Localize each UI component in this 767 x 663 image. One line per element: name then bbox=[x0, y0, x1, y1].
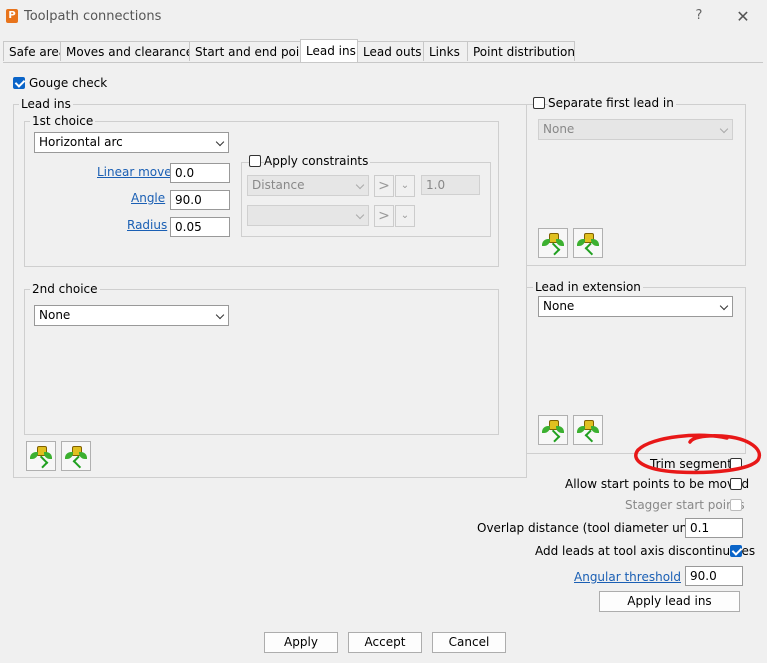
apply-constraints-checkbox[interactable] bbox=[249, 155, 261, 167]
allow-start-points-checkbox[interactable] bbox=[730, 478, 742, 490]
leaf-icon bbox=[542, 426, 550, 433]
angular-threshold-input[interactable]: 90.0 bbox=[685, 566, 743, 586]
linear-move-link[interactable]: Linear move bbox=[97, 165, 172, 179]
leaf-icon bbox=[556, 239, 564, 246]
apply-constraints-label: Apply constraints bbox=[264, 154, 371, 168]
leaf-icon bbox=[577, 426, 585, 433]
separate-first-copy-button[interactable] bbox=[538, 228, 568, 258]
lead-in-extension-select[interactable]: None bbox=[538, 296, 733, 317]
stagger-start-points-checkbox[interactable] bbox=[730, 499, 742, 511]
constraint1-value: Distance bbox=[252, 178, 305, 192]
separate-first-select[interactable]: None bbox=[538, 119, 733, 140]
angle-input[interactable]: 90.0 bbox=[170, 190, 230, 210]
chevron-down-icon[interactable]: ⌄ bbox=[395, 175, 415, 197]
add-leads-checkbox[interactable] bbox=[730, 545, 742, 557]
first-choice-label: 1st choice bbox=[30, 114, 96, 128]
angular-threshold-link[interactable]: Angular threshold bbox=[574, 570, 681, 584]
separate-first-label: Separate first lead in bbox=[548, 96, 676, 110]
second-choice-type-value: None bbox=[39, 308, 71, 322]
radius-link[interactable]: Radius bbox=[127, 218, 167, 232]
chevron-down-icon bbox=[215, 137, 225, 147]
leaf-icon bbox=[30, 452, 38, 459]
add-leads-label: Add leads at tool axis discontinuities bbox=[535, 544, 756, 558]
lead-in-extension-label: Lead in extension bbox=[533, 280, 643, 294]
first-choice-type-value: Horizontal arc bbox=[39, 135, 123, 149]
linear-move-input[interactable]: 0.0 bbox=[170, 163, 230, 183]
radius-input[interactable]: 0.05 bbox=[170, 217, 230, 237]
red-annotation-circle bbox=[634, 433, 762, 475]
copy-lead-in-button[interactable] bbox=[26, 441, 56, 471]
tab-point-distribution[interactable]: Point distribution bbox=[467, 41, 575, 61]
allow-start-points-label: Allow start points to be moved bbox=[565, 477, 750, 491]
apply-button[interactable]: Apply bbox=[264, 632, 338, 653]
separate-first-checkbox[interactable] bbox=[533, 97, 545, 109]
gouge-check-label: Gouge check bbox=[29, 76, 108, 90]
constraint1-select[interactable]: Distance bbox=[247, 175, 369, 196]
stagger-start-points-label: Stagger start points bbox=[625, 498, 745, 512]
overlap-distance-input[interactable]: 0.1 bbox=[685, 518, 743, 538]
app-logo-icon: P bbox=[6, 9, 18, 23]
constraint1-number-input[interactable]: 1.0 bbox=[421, 175, 480, 195]
chevron-down-icon[interactable]: ⌄ bbox=[395, 205, 415, 227]
second-choice-type-select[interactable]: None bbox=[34, 305, 229, 326]
chevron-down-icon bbox=[355, 180, 365, 190]
apply-lead-ins-button[interactable]: Apply lead ins bbox=[599, 591, 740, 612]
tab-lead-outs[interactable]: Lead outs bbox=[357, 41, 424, 61]
overlap-distance-label: Overlap distance (tool diameter units) bbox=[477, 521, 707, 535]
tab-lead-ins[interactable]: Lead ins bbox=[300, 39, 358, 63]
chevron-down-icon bbox=[355, 210, 365, 220]
extension-swap-button[interactable] bbox=[573, 415, 603, 445]
second-choice-label: 2nd choice bbox=[30, 282, 100, 296]
swap-lead-in-button[interactable] bbox=[61, 441, 91, 471]
leaf-icon bbox=[556, 426, 564, 433]
constraint2-select[interactable] bbox=[247, 205, 369, 226]
separate-first-swap-button[interactable] bbox=[573, 228, 603, 258]
separate-first-value: None bbox=[543, 122, 575, 136]
constraint1-operator-button[interactable]: > bbox=[374, 175, 394, 197]
tab-start-and-end-point[interactable]: Start and end point bbox=[189, 41, 312, 61]
constraint2-operator-button[interactable]: > bbox=[374, 205, 394, 227]
angle-link[interactable]: Angle bbox=[131, 191, 165, 205]
chevron-down-icon bbox=[719, 124, 729, 134]
tab-links[interactable]: Links bbox=[423, 41, 468, 61]
lead-ins-group-label: Lead ins bbox=[19, 97, 73, 111]
extension-copy-button[interactable] bbox=[538, 415, 568, 445]
close-button[interactable]: ✕ bbox=[734, 7, 752, 26]
lead-in-extension-value: None bbox=[543, 299, 575, 313]
window-title: Toolpath connections bbox=[24, 9, 162, 24]
leaf-icon bbox=[44, 452, 52, 459]
help-button[interactable]: ? bbox=[690, 8, 708, 24]
accept-button[interactable]: Accept bbox=[348, 632, 422, 653]
cancel-button[interactable]: Cancel bbox=[432, 632, 506, 653]
chevron-down-icon bbox=[215, 310, 225, 320]
leaf-icon bbox=[542, 239, 550, 246]
leaf-icon bbox=[65, 452, 73, 459]
first-choice-type-select[interactable]: Horizontal arc bbox=[34, 132, 229, 153]
chevron-down-icon bbox=[719, 301, 729, 311]
gouge-check-checkbox[interactable] bbox=[13, 77, 25, 89]
tab-safe-area[interactable]: Safe area bbox=[3, 41, 66, 61]
leaf-icon bbox=[577, 239, 585, 246]
tab-moves-and-clearances[interactable]: Moves and clearances bbox=[60, 41, 199, 61]
